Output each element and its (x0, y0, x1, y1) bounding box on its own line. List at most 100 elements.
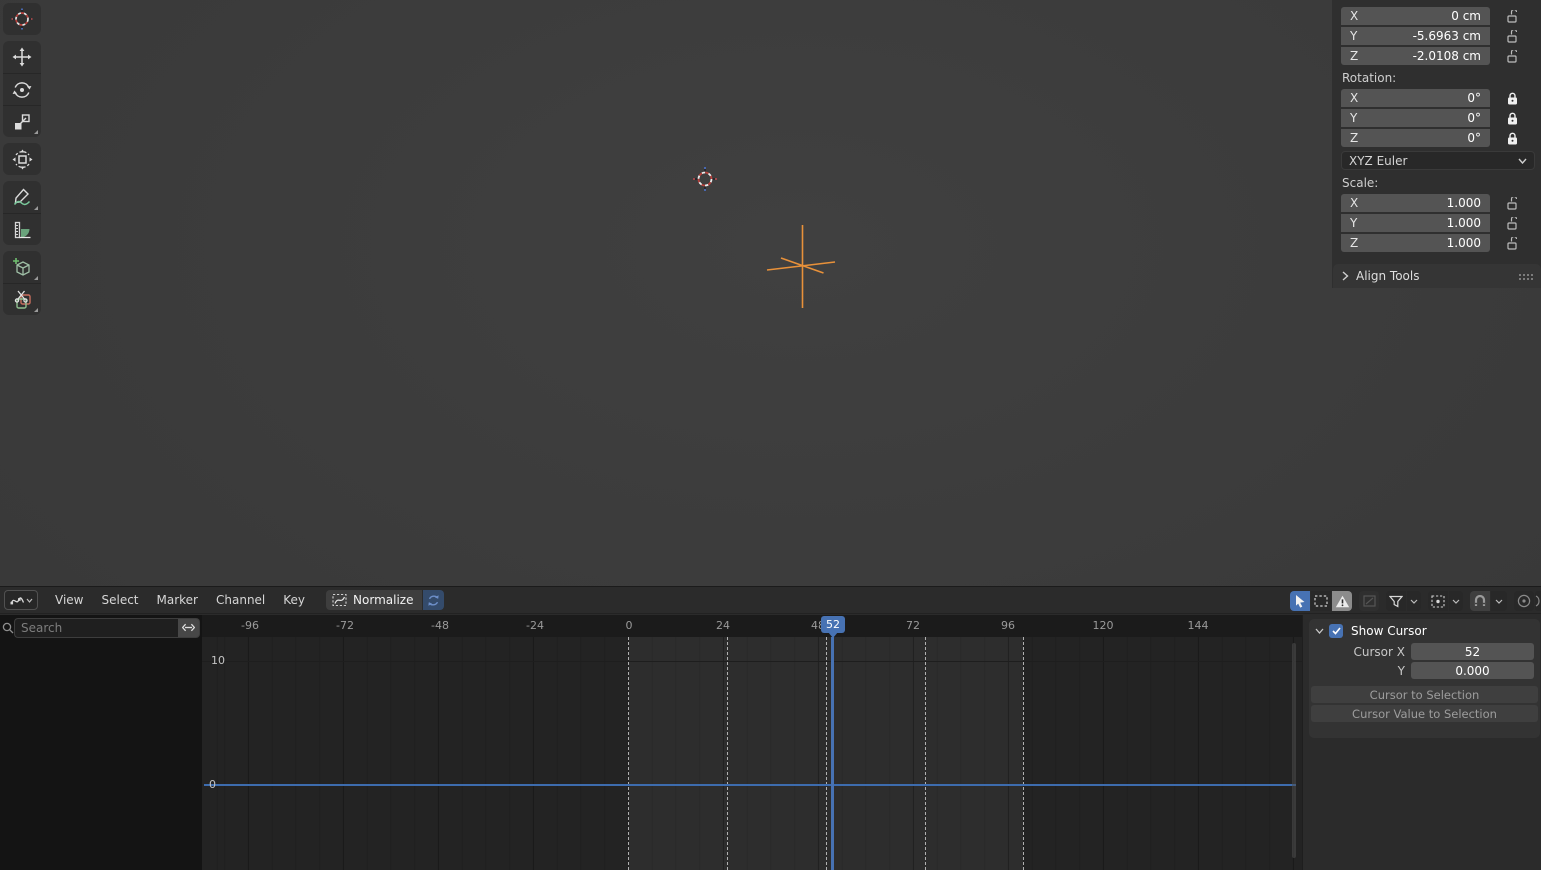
tool-blend-cut[interactable] (3, 283, 41, 315)
scale-label: Scale: (1342, 176, 1379, 190)
playhead-pointer (828, 632, 838, 638)
menu-key[interactable]: Key (274, 589, 314, 611)
keying-set-dropdown[interactable] (1449, 591, 1463, 611)
partial-icon (1535, 595, 1540, 607)
chevron-right-icon (1342, 271, 1349, 281)
playhead-line[interactable] (831, 637, 834, 870)
rotation-z-field[interactable]: Z 0° (1341, 129, 1490, 147)
channel-search-row (0, 617, 200, 638)
3d-viewport[interactable]: Location: X 0 cm Y -5.6963 cm (0, 0, 1541, 586)
tool-annotate[interactable] (3, 181, 41, 213)
channel-list-region[interactable] (0, 615, 202, 870)
lock-icon[interactable] (1507, 92, 1518, 105)
channel-filter-toggle[interactable] (178, 617, 200, 638)
range-start-marker (628, 637, 629, 870)
tweak-tool-button[interactable] (1290, 591, 1310, 611)
rotation-x-field[interactable]: X 0° (1341, 89, 1490, 107)
filter-button[interactable] (1386, 591, 1406, 611)
editor-type-button[interactable] (4, 590, 38, 610)
unlock-icon[interactable] (1507, 49, 1517, 63)
keying-set-button[interactable] (1428, 591, 1448, 611)
ruler-label: 72 (906, 619, 920, 632)
proportional-edit-toggle[interactable] (1514, 591, 1534, 611)
subtool-indicator (34, 308, 38, 312)
gridline-value-10 (202, 661, 1302, 662)
scale-y-field[interactable]: Y 1.000 (1341, 214, 1490, 232)
tool-rotate[interactable] (3, 73, 41, 105)
normalize-view-button-disabled[interactable] (1359, 591, 1379, 611)
range-half-marker (826, 637, 827, 870)
snap-dropdown[interactable] (1491, 591, 1507, 611)
ruler-label: 120 (1092, 619, 1114, 632)
scale-x-field[interactable]: X 1.000 (1341, 194, 1490, 212)
tool-scale[interactable] (3, 105, 41, 137)
show-cursor-label: Show Cursor (1351, 624, 1427, 638)
normalize-icon (332, 593, 347, 607)
subtool-indicator (34, 206, 38, 210)
location-label: Location: (1342, 0, 1541, 3)
location-z-field[interactable]: Z -2.0108 cm (1341, 47, 1490, 65)
tool-measure[interactable] (3, 213, 41, 245)
unlock-icon[interactable] (1507, 9, 1517, 23)
partial-edge-button[interactable] (1535, 591, 1541, 611)
graph-editor-sidebar: Show Cursor Cursor X 52 Y 0.000 Cursor t… (1302, 615, 1541, 870)
location-x-field[interactable]: X 0 cm (1341, 7, 1490, 25)
blend-cut-tool-icon (14, 290, 31, 309)
unlock-icon[interactable] (1507, 216, 1517, 230)
auto-normalize-refresh-button[interactable] (423, 590, 445, 610)
vertical-scrollbar[interactable] (1292, 643, 1296, 858)
tool-cursor[interactable] (3, 3, 41, 35)
location-y-field[interactable]: Y -5.6963 cm (1341, 27, 1490, 45)
fcurve-editor-icon (10, 596, 24, 604)
cursor-to-selection-button[interactable]: Cursor to Selection (1311, 686, 1538, 703)
cursor-y-row: Y 0.000 (1309, 662, 1540, 679)
align-tools-panel[interactable]: Align Tools (1333, 264, 1541, 288)
lock-icon[interactable] (1507, 112, 1518, 125)
scale-z-field[interactable]: Z 1.000 (1341, 234, 1490, 252)
show-cursor-checkbox[interactable] (1329, 624, 1343, 638)
cursor-value-line (204, 784, 1296, 786)
rotation-mode-dropdown[interactable]: XYZ Euler (1341, 151, 1535, 170)
cursor-y-field[interactable]: 0.000 (1411, 662, 1534, 679)
empty-axes-object[interactable] (745, 222, 840, 312)
chevron-down-icon (1495, 599, 1503, 604)
measure-tool-icon (14, 221, 31, 238)
menu-select[interactable]: Select (92, 589, 147, 611)
add-cube-tool-icon (12, 257, 30, 276)
search-icon (2, 622, 14, 634)
panel-grip-icon[interactable] (1518, 272, 1533, 280)
timeline-ruler[interactable]: -96 -72 -48 -24 0 24 48 72 96 120 144 52 (202, 615, 1302, 638)
normalize-toggle[interactable]: Normalize (326, 590, 423, 610)
cursor-x-field[interactable]: 52 (1411, 643, 1534, 660)
menu-marker[interactable]: Marker (148, 589, 207, 611)
value-axis-label: 0 (209, 778, 216, 791)
tool-move[interactable] (3, 41, 41, 73)
only-errors-toggle[interactable] (1332, 591, 1352, 611)
ruler-label: 0 (625, 619, 633, 632)
show-cursor-panel-header[interactable]: Show Cursor (1309, 619, 1540, 643)
box-select-tool-button[interactable] (1311, 591, 1331, 611)
range-end-marker (1023, 637, 1024, 870)
snap-toggle[interactable] (1470, 591, 1490, 611)
3d-cursor (693, 167, 717, 191)
playhead-handle[interactable]: 52 (821, 616, 845, 633)
chevron-down-icon (1315, 628, 1324, 634)
graph-editor-header: View Select Marker Channel Key Normalize (0, 586, 1541, 614)
curve-canvas[interactable]: 10 0 (202, 637, 1302, 870)
tool-add-cube[interactable] (3, 251, 41, 283)
channel-search-input[interactable] (14, 617, 178, 638)
menu-view[interactable]: View (46, 589, 92, 611)
unlock-icon[interactable] (1507, 196, 1517, 210)
menubar: View Select Marker Channel Key (46, 589, 314, 611)
tool-transform[interactable] (3, 143, 41, 175)
cursor-value-to-selection-button[interactable]: Cursor Value to Selection (1311, 705, 1538, 722)
lock-icon[interactable] (1507, 132, 1518, 145)
unlock-icon[interactable] (1507, 236, 1517, 250)
menu-channel[interactable]: Channel (207, 589, 274, 611)
value-axis-label: 10 (211, 654, 225, 667)
rotation-y-field[interactable]: Y 0° (1341, 109, 1490, 127)
unlock-icon[interactable] (1507, 29, 1517, 43)
filter-dropdown[interactable] (1407, 591, 1421, 611)
viewport-toolbar (3, 3, 41, 315)
chevron-down-icon (1518, 158, 1527, 164)
